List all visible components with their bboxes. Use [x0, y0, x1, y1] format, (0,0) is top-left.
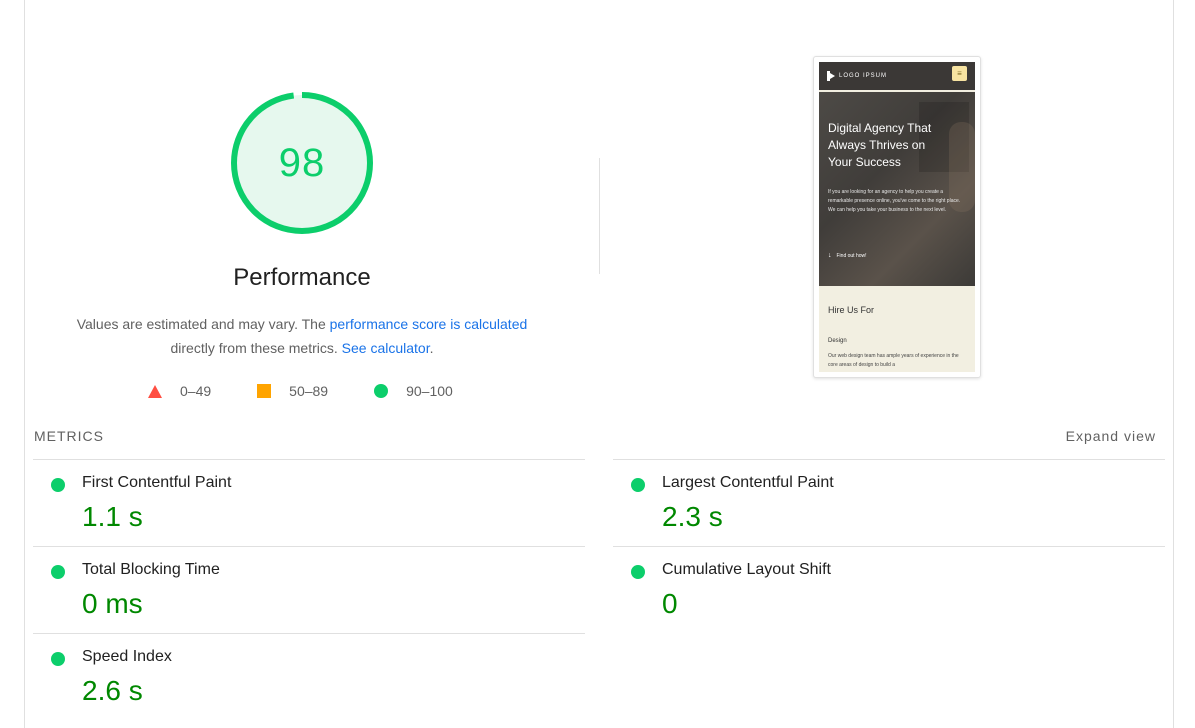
metric-title: Total Blocking Time	[82, 561, 220, 578]
pass-circle-icon	[631, 478, 645, 492]
metric-total-blocking-time: Total Blocking Time 0 ms	[33, 546, 585, 632]
preview-logo-text: LOGO IPSUM	[839, 73, 888, 79]
arrow-down-icon: ↓	[828, 252, 832, 259]
preview-design-label: Design	[828, 338, 847, 344]
description-text: Values are estimated and may vary. The	[76, 316, 330, 332]
score-legend: 0–49 50–89 90–100	[148, 381, 453, 401]
performance-description: Values are estimated and may vary. The p…	[52, 312, 552, 360]
metric-value: 2.3 s	[662, 501, 723, 532]
legend-range: 0–49	[180, 383, 212, 399]
hamburger-menu-icon: ≡	[952, 66, 967, 81]
expand-view-button[interactable]: Expand view	[1066, 428, 1156, 444]
metric-title: Speed Index	[82, 648, 172, 665]
metric-value: 0 ms	[82, 588, 143, 619]
preview-hero-link-text: Find out how!	[836, 253, 867, 259]
metric-first-contentful-paint: First Contentful Paint 1.1 s	[33, 459, 585, 545]
metrics-header: METRICS Expand view	[34, 428, 1156, 444]
legend-range: 50–89	[289, 383, 329, 399]
vertical-divider	[599, 158, 600, 274]
legend-item-average: 50–89	[257, 383, 328, 399]
metric-value: 2.6 s	[82, 675, 143, 706]
metric-value: 1.1 s	[82, 501, 143, 532]
metrics-label: METRICS	[34, 428, 104, 444]
performance-score: 98	[278, 140, 326, 185]
see-calculator-link[interactable]: See calculator	[342, 340, 430, 356]
triangle-icon	[148, 384, 162, 398]
score-calculated-link[interactable]: performance score is calculated	[330, 316, 528, 332]
mobile-page-preview: LOGO IPSUM ≡ Digital Agency That Always …	[819, 62, 975, 372]
metric-title: First Contentful Paint	[82, 474, 232, 491]
performance-title: Performance	[233, 264, 371, 291]
performance-gauge: 98	[228, 90, 376, 238]
legend-item-fail: 0–49	[148, 383, 211, 399]
preview-design-text: Our web design team has ample years of e…	[828, 353, 959, 368]
metric-title: Largest Contentful Paint	[662, 474, 834, 491]
pass-circle-icon	[51, 652, 65, 666]
preview-hero-text: If you are looking for an agency to help…	[828, 189, 961, 213]
pass-circle-icon	[51, 478, 65, 492]
metric-title: Cumulative Layout Shift	[662, 561, 831, 578]
metric-cumulative-layout-shift: Cumulative Layout Shift 0	[613, 546, 1165, 632]
pass-circle-icon	[631, 565, 645, 579]
preview-hero-link: ↓ Find out how!	[828, 252, 867, 259]
circle-icon	[374, 384, 389, 398]
square-icon	[257, 384, 272, 398]
pass-circle-icon	[51, 565, 65, 579]
preview-header: LOGO IPSUM ≡	[819, 62, 975, 90]
description-text: directly from these metrics.	[170, 340, 342, 356]
preview-hero: Digital Agency That Always Thrives on Yo…	[819, 92, 975, 286]
legend-item-pass: 90–100	[374, 383, 453, 399]
logo-icon	[827, 71, 835, 81]
metric-value: 0	[662, 588, 678, 619]
metric-speed-index: Speed Index 2.6 s	[33, 633, 585, 719]
preview-hero-title: Digital Agency That Always Thrives on Yo…	[828, 121, 932, 169]
legend-range: 90–100	[406, 383, 453, 399]
description-text: .	[429, 340, 434, 356]
metric-largest-contentful-paint: Largest Contentful Paint 2.3 s	[613, 459, 1165, 545]
preview-section-title: Hire Us For	[828, 305, 875, 315]
final-screenshot-thumbnail[interactable]: LOGO IPSUM ≡ Digital Agency That Always …	[813, 56, 981, 378]
